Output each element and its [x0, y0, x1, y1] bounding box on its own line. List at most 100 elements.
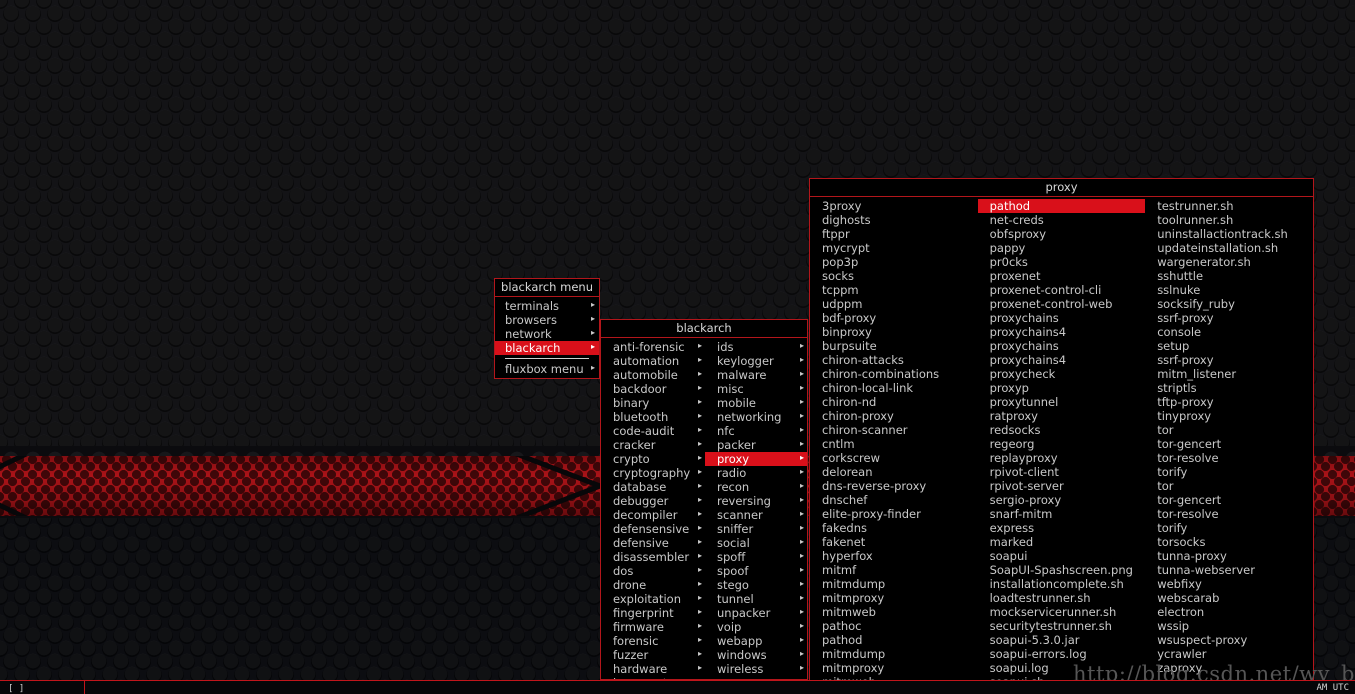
menu-item-hyperfox[interactable]: hyperfox [810, 549, 978, 563]
menu-item-electron[interactable]: electron [1145, 605, 1313, 619]
menu-item-network[interactable]: network ▸ [495, 327, 599, 341]
menu-item-soapui-5-3-0-jar[interactable]: soapui-5.3.0.jar [978, 633, 1146, 647]
menu-item-tinyproxy[interactable]: tinyproxy [1145, 409, 1313, 423]
menu-item-webfixy[interactable]: webfixy [1145, 577, 1313, 591]
menu-item-mitmdump[interactable]: mitmdump [810, 647, 978, 661]
menu-item-chiron-combinations[interactable]: chiron-combinations [810, 367, 978, 381]
menu-item-bdf-proxy[interactable]: bdf-proxy [810, 311, 978, 325]
menu-item-browsers[interactable]: browsers ▸ [495, 313, 599, 327]
menu-item-cracker[interactable]: cracker ▸ [601, 438, 705, 452]
menu-item-voip[interactable]: voip ▸ [705, 620, 807, 634]
menu-item-ratproxy[interactable]: ratproxy [978, 409, 1146, 423]
menu-item-debugger[interactable]: debugger ▸ [601, 494, 705, 508]
menu-item-regeorg[interactable]: regeorg [978, 437, 1146, 451]
menu-item-spoff[interactable]: spoff ▸ [705, 550, 807, 564]
menu-item-anti-forensic[interactable]: anti-forensic ▸ [601, 340, 705, 354]
menu-item-dos[interactable]: dos ▸ [601, 564, 705, 578]
menu-item-terminals[interactable]: terminals ▸ [495, 299, 599, 313]
blackarch-category-menu[interactable]: blackarch anti-forensic ▸ automation ▸ autom… [600, 319, 808, 680]
menu-item-tunna-proxy[interactable]: tunna-proxy [1145, 549, 1313, 563]
menu-item-fakedns[interactable]: fakedns [810, 521, 978, 535]
menu-item-proxychains[interactable]: proxychains [978, 311, 1146, 325]
root-menu[interactable]: blackarch menu terminals ▸ browsers ▸ ne… [494, 278, 600, 379]
menu-item-chiron-scanner[interactable]: chiron-scanner [810, 423, 978, 437]
menu-item-ssrf-proxy[interactable]: ssrf-proxy [1145, 311, 1313, 325]
menu-item-tor-resolve[interactable]: tor-resolve [1145, 451, 1313, 465]
menu-item-express[interactable]: express [978, 521, 1146, 535]
menu-item-blackarch[interactable]: blackarch ▸ [495, 341, 599, 355]
menu-item-tcppm[interactable]: tcppm [810, 283, 978, 297]
menu-item-snarf-mitm[interactable]: snarf-mitm [978, 507, 1146, 521]
menu-item-ssrf-proxy[interactable]: ssrf-proxy [1145, 353, 1313, 367]
menu-item-proxy[interactable]: proxy ▸ [705, 452, 807, 466]
menu-item-soapui-errors-log[interactable]: soapui-errors.log [978, 647, 1146, 661]
menu-item-webapp[interactable]: webapp ▸ [705, 634, 807, 648]
menu-item-pop3p[interactable]: pop3p [810, 255, 978, 269]
menu-item-pathoc[interactable]: pathoc [810, 619, 978, 633]
menu-item-mitmproxy[interactable]: mitmproxy [810, 661, 978, 675]
taskbar-workspace-area[interactable]: [ ] [0, 681, 85, 694]
menu-item-replayproxy[interactable]: replayproxy [978, 451, 1146, 465]
menu-item-securitytestrunner-sh[interactable]: securitytestrunner.sh [978, 619, 1146, 633]
menu-item-sergio-proxy[interactable]: sergio-proxy [978, 493, 1146, 507]
menu-item-defensive[interactable]: defensive ▸ [601, 536, 705, 550]
menu-item-mitmproxy[interactable]: mitmproxy [810, 591, 978, 605]
menu-item-mobile[interactable]: mobile ▸ [705, 396, 807, 410]
menu-item-proxenet-control-web[interactable]: proxenet-control-web [978, 297, 1146, 311]
menu-item-packer[interactable]: packer ▸ [705, 438, 807, 452]
menu-item-dighosts[interactable]: dighosts [810, 213, 978, 227]
menu-item-defensensive[interactable]: defensensive ▸ [601, 522, 705, 536]
menu-item-marked[interactable]: marked [978, 535, 1146, 549]
menu-item-striptls[interactable]: striptls [1145, 381, 1313, 395]
menu-item-tor-gencert[interactable]: tor-gencert [1145, 437, 1313, 451]
menu-item-nfc[interactable]: nfc ▸ [705, 424, 807, 438]
menu-item-mitmweb[interactable]: mitmweb [810, 605, 978, 619]
menu-item-unpacker[interactable]: unpacker ▸ [705, 606, 807, 620]
menu-item-keylogger[interactable]: keylogger ▸ [705, 354, 807, 368]
menu-item-dns-reverse-proxy[interactable]: dns-reverse-proxy [810, 479, 978, 493]
menu-item-rpivot-client[interactable]: rpivot-client [978, 465, 1146, 479]
proxy-tools-menu[interactable]: proxy 3proxy dighosts ftppr mycrypt pop3p soc… [809, 178, 1314, 683]
menu-item-tunnel[interactable]: tunnel ▸ [705, 592, 807, 606]
menu-item-windows[interactable]: windows ▸ [705, 648, 807, 662]
menu-item-soapui[interactable]: soapui [978, 549, 1146, 563]
menu-item-testrunner-sh[interactable]: testrunner.sh [1145, 199, 1313, 213]
menu-item-database[interactable]: database ▸ [601, 480, 705, 494]
menu-item-spoof[interactable]: spoof ▸ [705, 564, 807, 578]
menu-item-backdoor[interactable]: backdoor ▸ [601, 382, 705, 396]
menu-item-mycrypt[interactable]: mycrypt [810, 241, 978, 255]
menu-item-binproxy[interactable]: binproxy [810, 325, 978, 339]
menu-item-proxenet-control-cli[interactable]: proxenet-control-cli [978, 283, 1146, 297]
menu-item-tor-resolve[interactable]: tor-resolve [1145, 507, 1313, 521]
menu-item-fakenet[interactable]: fakenet [810, 535, 978, 549]
menu-item-burpsuite[interactable]: burpsuite [810, 339, 978, 353]
menu-item-recon[interactable]: recon ▸ [705, 480, 807, 494]
menu-item-radio[interactable]: radio ▸ [705, 466, 807, 480]
menu-item-pathod[interactable]: pathod [810, 633, 978, 647]
menu-item-dnschef[interactable]: dnschef [810, 493, 978, 507]
menu-item-setup[interactable]: setup [1145, 339, 1313, 353]
menu-item-soapui-spashscreen-png[interactable]: SoapUI-Spashscreen.png [978, 563, 1146, 577]
taskbar[interactable]: [ ] AM UTC [0, 680, 1355, 694]
menu-item-tunna-webserver[interactable]: tunna-webserver [1145, 563, 1313, 577]
menu-item-torify[interactable]: torify [1145, 465, 1313, 479]
menu-item-wargenerator-sh[interactable]: wargenerator.sh [1145, 255, 1313, 269]
menu-item-obfsproxy[interactable]: obfsproxy [978, 227, 1146, 241]
menu-item-drone[interactable]: drone ▸ [601, 578, 705, 592]
menu-item-torsocks[interactable]: torsocks [1145, 535, 1313, 549]
menu-item-corkscrew[interactable]: corkscrew [810, 451, 978, 465]
menu-item-stego[interactable]: stego ▸ [705, 578, 807, 592]
menu-item-pathod[interactable]: pathod [977, 199, 1146, 213]
menu-item-elite-proxy-finder[interactable]: elite-proxy-finder [810, 507, 978, 521]
menu-item-exploitation[interactable]: exploitation ▸ [601, 592, 705, 606]
menu-item-automobile[interactable]: automobile ▸ [601, 368, 705, 382]
menu-item-proxychains[interactable]: proxychains [978, 339, 1146, 353]
menu-item-wsuspect-proxy[interactable]: wsuspect-proxy [1145, 633, 1313, 647]
menu-item-tor-gencert[interactable]: tor-gencert [1145, 493, 1313, 507]
menu-item-webscarab[interactable]: webscarab [1145, 591, 1313, 605]
menu-item-wireless[interactable]: wireless ▸ [705, 662, 807, 676]
menu-item-firmware[interactable]: firmware ▸ [601, 620, 705, 634]
menu-item-updateinstallation-sh[interactable]: updateinstallation.sh [1145, 241, 1313, 255]
menu-item-sniffer[interactable]: sniffer ▸ [705, 522, 807, 536]
menu-item-cryptography[interactable]: cryptography ▸ [601, 466, 705, 480]
